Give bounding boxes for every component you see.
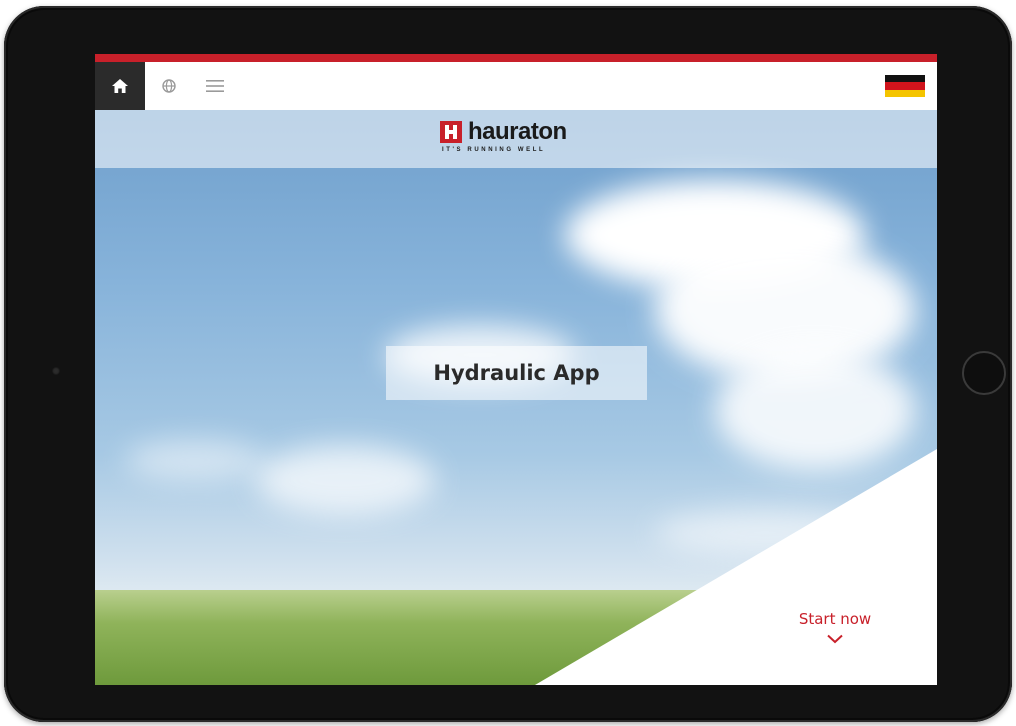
hauraton-logo-mark-icon: [440, 121, 462, 143]
top-navbar: [95, 62, 937, 110]
app-screen: hauraton IT'S RUNNING WELL Hydraulic App…: [95, 54, 937, 685]
globe-icon: [162, 79, 176, 93]
cloud: [715, 350, 915, 470]
language-button[interactable]: [157, 74, 181, 98]
german-flag-icon[interactable]: [885, 75, 925, 97]
menu-button[interactable]: [203, 74, 227, 98]
chevron-down-icon: [827, 634, 843, 644]
home-button[interactable]: [95, 62, 145, 110]
start-now-label: Start now: [798, 610, 872, 628]
cloud: [655, 510, 875, 555]
top-accent-bar: [95, 54, 937, 62]
camera-icon: [52, 367, 60, 375]
brand-slogan: IT'S RUNNING WELL: [442, 147, 546, 153]
menu-icon: [206, 80, 224, 92]
hauraton-logo: hauraton IT'S RUNNING WELL: [440, 120, 567, 160]
hero-title: Hydraulic App: [433, 361, 600, 385]
start-now-button[interactable]: Start now: [775, 610, 895, 644]
device-home-button[interactable]: [962, 351, 1006, 395]
cloud: [125, 440, 265, 480]
brand-name: hauraton: [468, 118, 567, 145]
cloud: [255, 445, 435, 515]
home-icon: [112, 79, 128, 93]
hero-title-box: Hydraulic App: [386, 346, 647, 400]
